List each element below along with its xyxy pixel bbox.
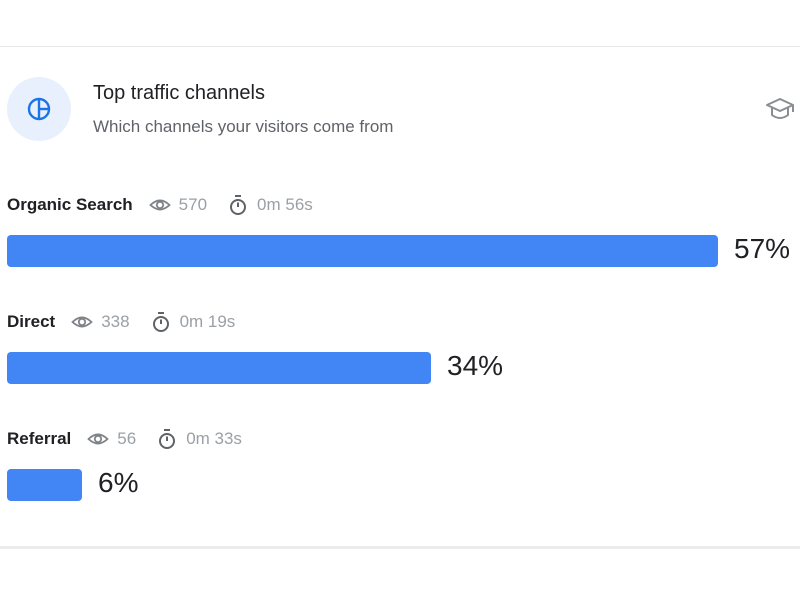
graduation-cap-icon[interactable]: [765, 96, 795, 122]
percentage-bar: [7, 235, 718, 267]
views-count: 570: [178, 195, 208, 214]
channel-name: Direct: [7, 312, 56, 331]
channel-name: Organic Search: [7, 195, 133, 214]
percentage-bar: [7, 469, 82, 501]
avg-duration: 0m 56s: [257, 195, 313, 214]
channel-name: Referral: [7, 429, 72, 448]
channel-row-direct: Direct 338 0m 19s: [7, 310, 255, 334]
views-count: 56: [117, 429, 137, 448]
channel-row-referral: Referral 56 0m 33s: [7, 427, 262, 451]
views-count: 338: [101, 312, 130, 331]
channel-row-organic-search: Organic Search 570 0m 56s: [7, 193, 333, 217]
eye-icon: [87, 428, 110, 450]
card-bottom-edge: [0, 546, 800, 549]
percentage-label: 57%: [734, 233, 791, 264]
eye-icon: [71, 311, 93, 333]
card-subtitle: Which channels your visitors come from: [93, 117, 394, 136]
card-title: Top traffic channels: [93, 82, 265, 104]
percentage-label: 6%: [98, 467, 139, 498]
header-icon-badge: [7, 77, 71, 141]
pie-chart-icon: [27, 97, 51, 121]
eye-icon: [148, 194, 171, 216]
top-divider: [0, 46, 800, 47]
timer-icon: [156, 428, 178, 450]
timer-icon: [150, 311, 172, 333]
avg-duration: 0m 19s: [179, 312, 236, 331]
percentage-bar: [7, 352, 431, 384]
timer-icon: [227, 194, 249, 216]
percentage-label: 34%: [447, 350, 504, 381]
avg-duration: 0m 33s: [186, 429, 242, 448]
